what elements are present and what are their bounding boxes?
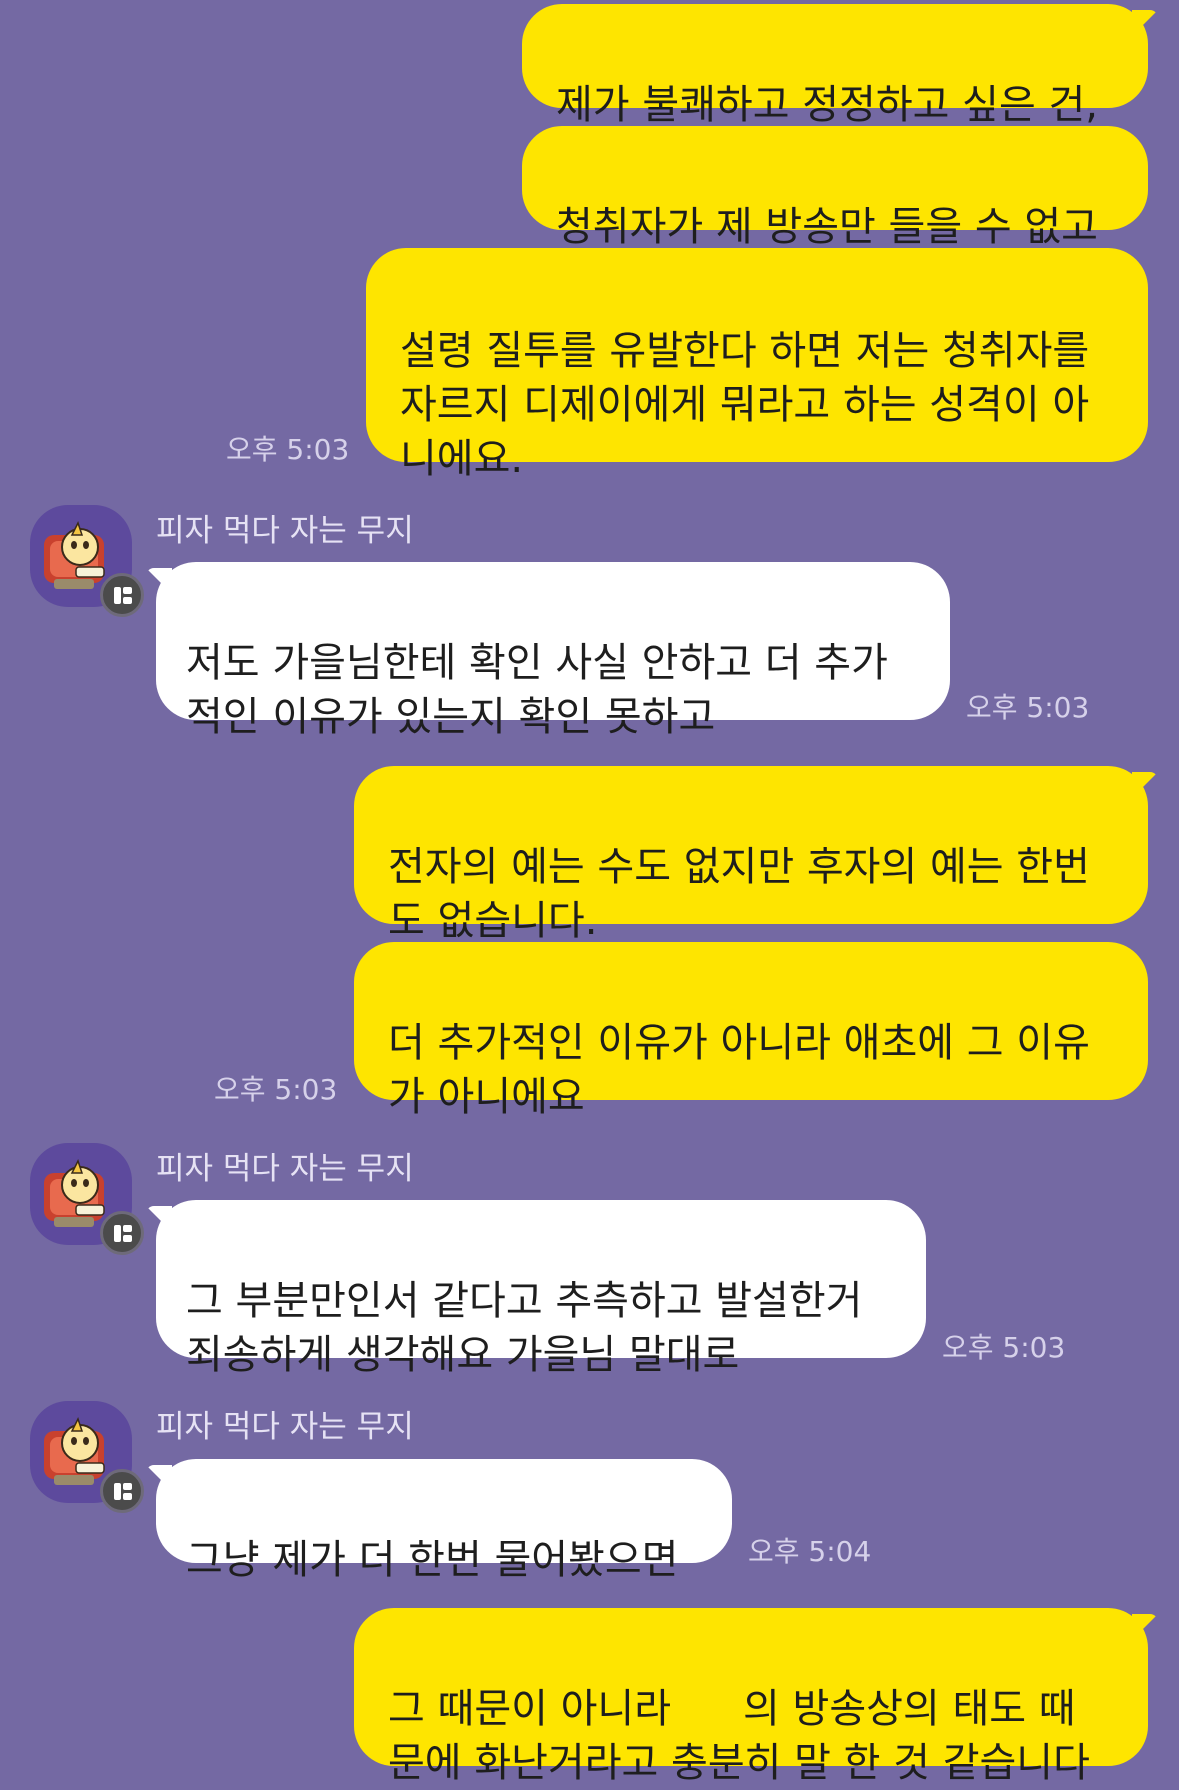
message-text: 청취자가 제 방송만 들을 수 없고 [556,204,1098,250]
message-bubble-outgoing[interactable]: 전자의 예는 수도 없지만 후자의 예는 한번 도 없습니다. [354,766,1148,944]
message-timestamp: 오후 5:04 [748,1535,872,1568]
message-text: 저도 가을님한테 확인 사실 안하고 더 추가 적인 이유가 있는지 확인 못하… [186,640,888,740]
message-bubble-incoming[interactable]: 그 부분만인서 같다고 추측하고 발설한거 죄송하게 생각해요 가을님 말대로 [156,1200,926,1378]
message-text-start: 그 때문이 아니라 [388,1686,672,1732]
kakao-channel-badge-icon [100,1211,144,1255]
message-text: 설령 질투를 유발한다 하면 저는 청취자를 자르지 디제이에게 뭐라고 하는 … [400,328,1090,482]
message-bubble-outgoing[interactable]: 설령 질투를 유발한다 하면 저는 청취자를 자르지 디제이에게 뭐라고 하는 … [366,248,1148,482]
avatar[interactable] [30,1143,144,1255]
message-bubble-outgoing[interactable]: 그 때문이 아니라 의 방송상의 태도 때 문에 화난거라고 충분히 말 한 것 … [354,1608,1148,1786]
message-text: 더 추가적인 이유가 아니라 애초에 그 이유 가 아니에요 [388,1020,1090,1120]
message-timestamp: 오후 5:03 [214,1073,338,1106]
message-timestamp: 오후 5:03 [226,433,350,466]
message-timestamp: 오후 5:03 [942,1331,1066,1364]
message-bubble-incoming[interactable]: 그냥 제가 더 한번 물어봤으면 [156,1459,732,1583]
message-bubble-incoming[interactable]: 저도 가을님한테 확인 사실 안하고 더 추가 적인 이유가 있는지 확인 못하… [156,562,950,740]
kakao-channel-badge-icon [100,1469,144,1513]
sender-name: 피자 먹다 자는 무지 [156,1151,414,1187]
message-timestamp: 오후 5:03 [966,691,1090,724]
message-text: 그냥 제가 더 한번 물어봤으면 [186,1537,679,1583]
avatar[interactable] [30,505,144,617]
sender-name: 피자 먹다 자는 무지 [156,513,414,549]
message-bubble-outgoing[interactable]: 청취자가 제 방송만 들을 수 없고 [522,126,1148,250]
sender-name: 피자 먹다 자는 무지 [156,1409,414,1445]
message-text: 제가 불쾌하고 정정하고 싶은 건, [556,82,1098,128]
message-bubble-outgoing[interactable]: 제가 불쾌하고 정정하고 싶은 건, [522,4,1148,128]
message-bubble-outgoing[interactable]: 더 추가적인 이유가 아니라 애초에 그 이유 가 아니에요 [354,942,1148,1120]
message-text: 전자의 예는 수도 없지만 후자의 예는 한번 도 없습니다. [388,844,1090,944]
message-text: 그 부분만인서 같다고 추측하고 발설한거 죄송하게 생각해요 가을님 말대로 [186,1278,863,1378]
avatar[interactable] [30,1401,144,1513]
kakao-channel-badge-icon [100,573,144,617]
